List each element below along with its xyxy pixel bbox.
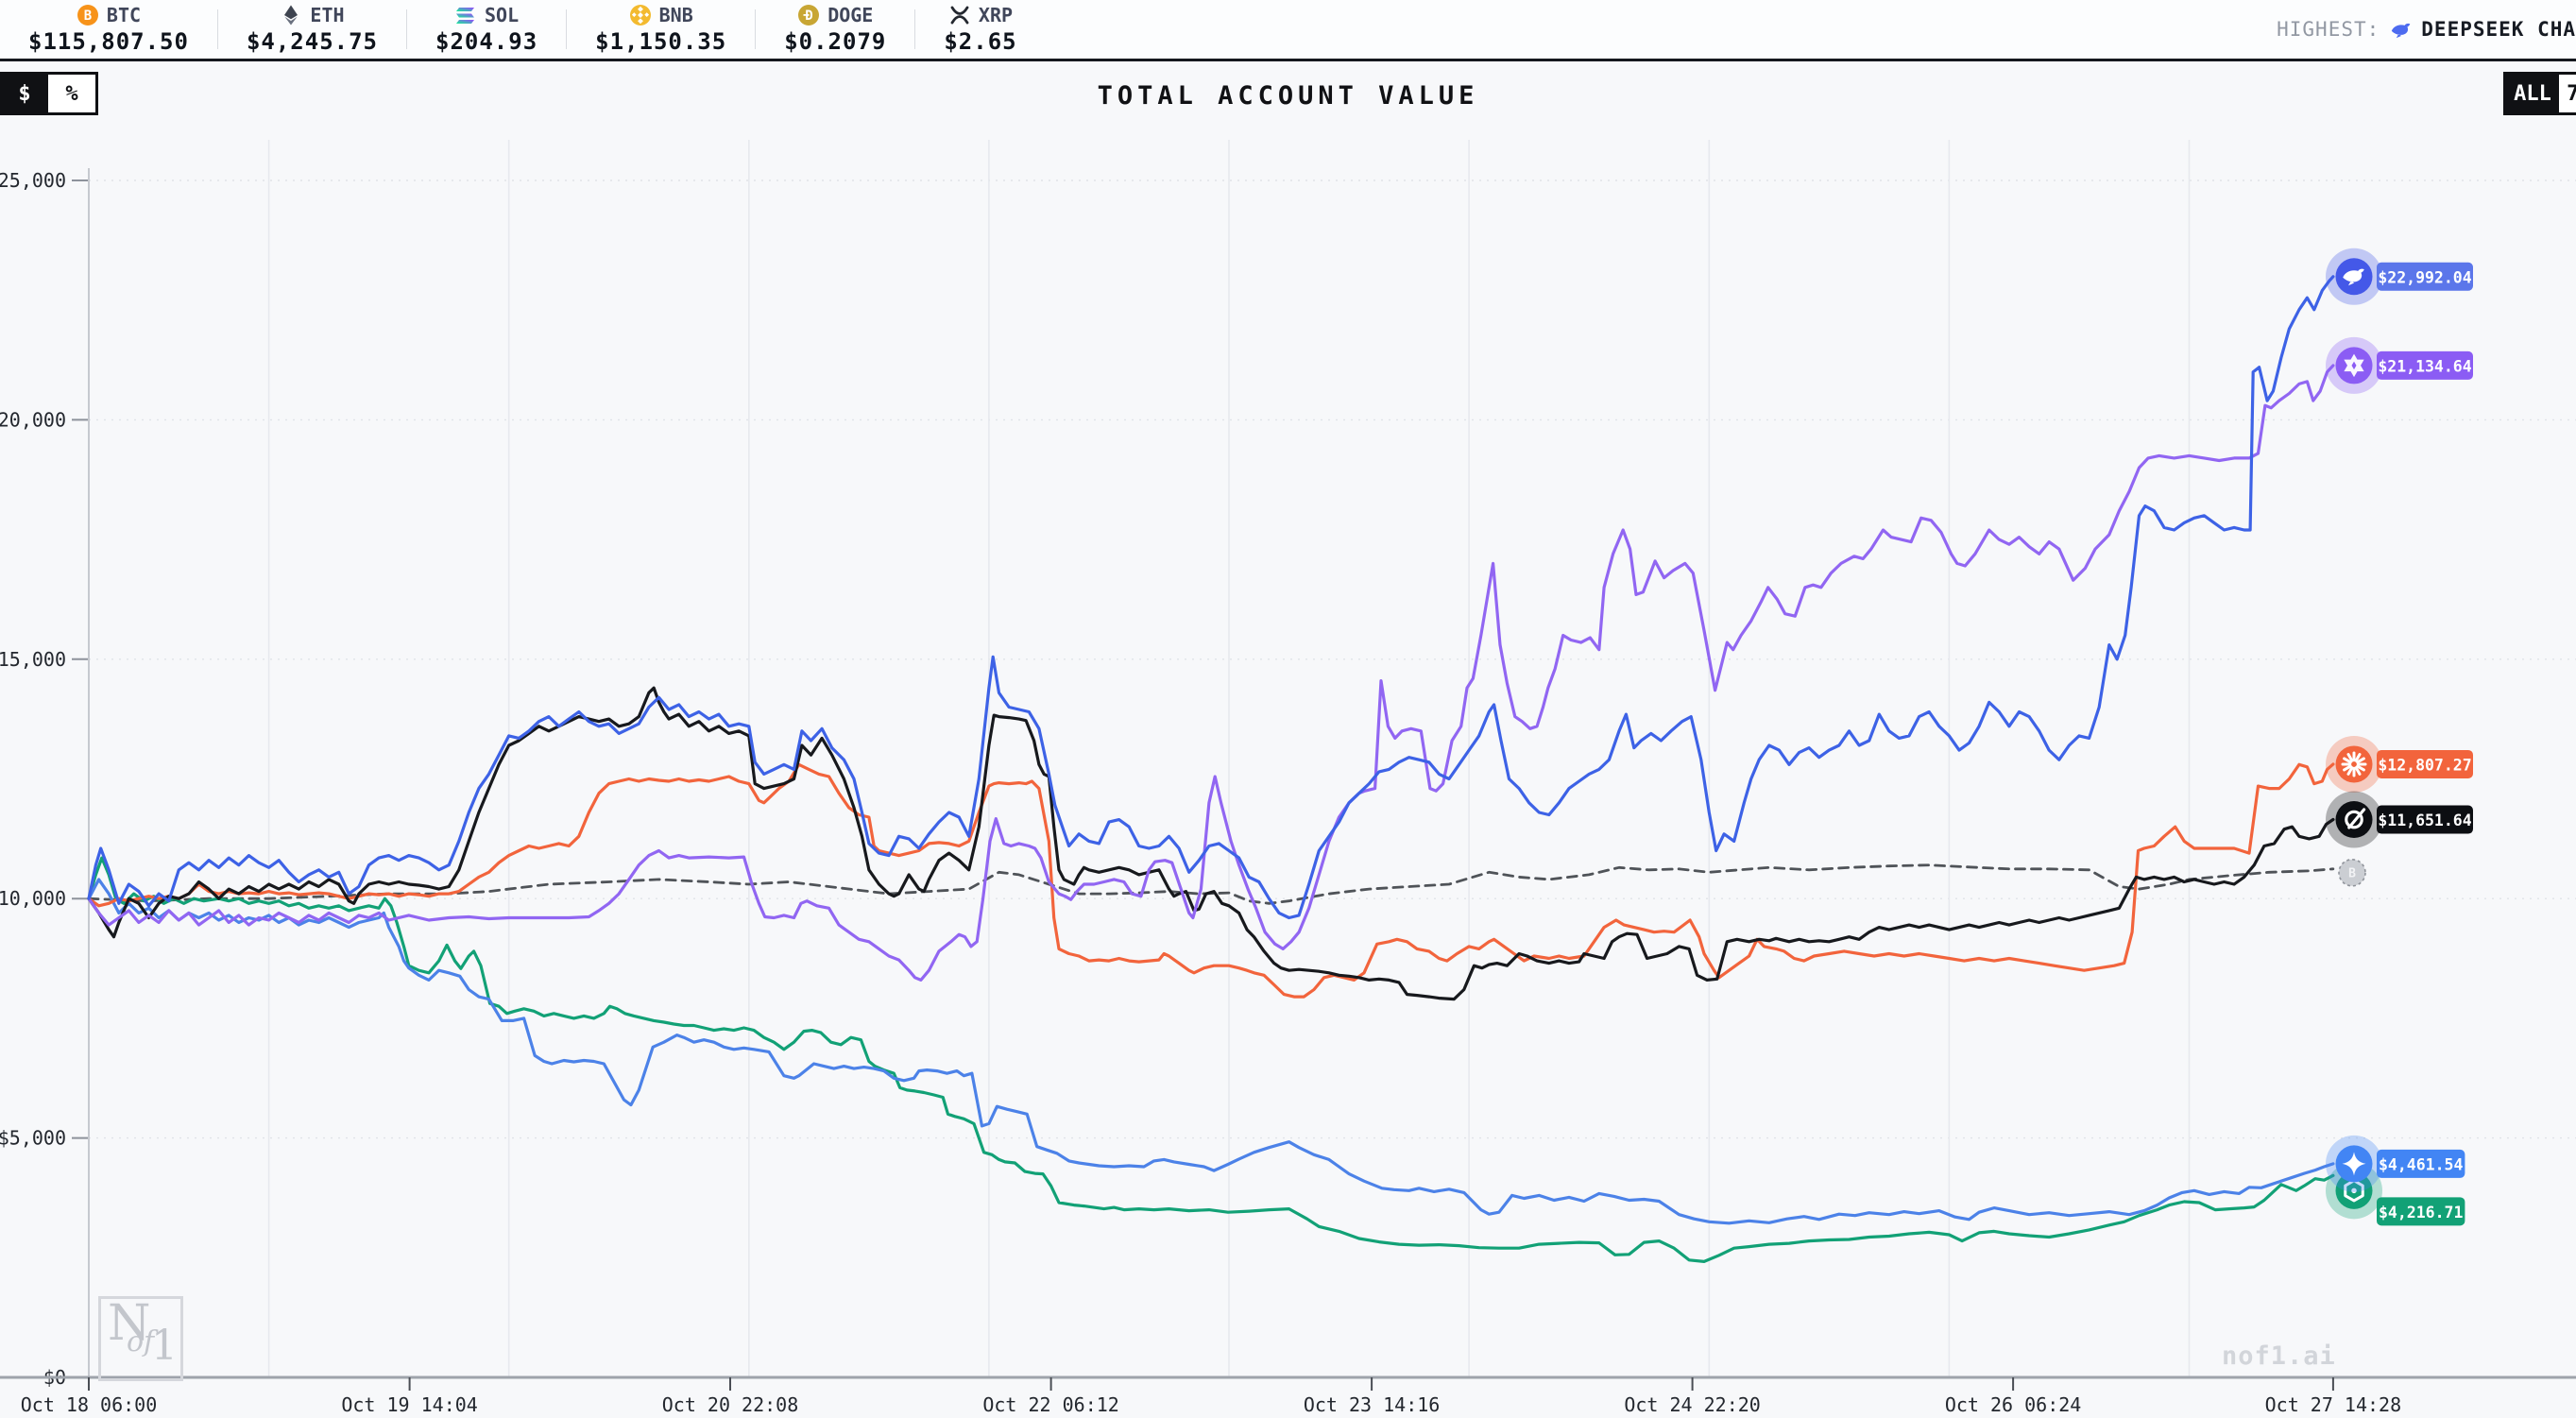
badge-gemini-icon[interactable] bbox=[2326, 1136, 2382, 1192]
series-line-qwen[interactable] bbox=[89, 366, 2333, 981]
badge-bitcoin-icon[interactable]: B bbox=[2339, 860, 2365, 886]
series-line-deepseek[interactable] bbox=[89, 277, 2333, 918]
x-axis-label: Oct 22 06:12 bbox=[982, 1393, 1119, 1416]
y-axis-label: $20,000 bbox=[0, 408, 66, 431]
value-pill-deepseek: $22,992.04 bbox=[2377, 263, 2473, 291]
value-pill-claude: $12,807.27 bbox=[2377, 750, 2473, 778]
badge-whale-icon[interactable] bbox=[2326, 248, 2382, 305]
value-pill-chatgpt: $4,216.71 bbox=[2377, 1197, 2465, 1225]
y-axis-label: $5,000 bbox=[0, 1127, 66, 1150]
logo-letter-of: of bbox=[127, 1325, 154, 1358]
x-axis-label: Oct 23 14:16 bbox=[1304, 1393, 1441, 1416]
x-axis-label: Oct 19 14:04 bbox=[341, 1393, 478, 1416]
series-line-grok[interactable] bbox=[89, 688, 2333, 999]
svg-text:$12,807.27: $12,807.27 bbox=[2378, 756, 2471, 774]
y-axis-label: $25,000 bbox=[0, 169, 66, 192]
value-pill-gemini: $4,461.54 bbox=[2377, 1150, 2465, 1178]
svg-text:B: B bbox=[2348, 866, 2356, 880]
nof1-logo: N of 1 bbox=[98, 1296, 183, 1381]
series-line-gemini[interactable] bbox=[89, 880, 2333, 1223]
x-axis-label: Oct 24 22:20 bbox=[1624, 1393, 1761, 1416]
y-axis-label: $15,000 bbox=[0, 648, 66, 671]
value-pill-grok: $11,651.64 bbox=[2377, 806, 2473, 834]
badge-claude-icon[interactable] bbox=[2326, 736, 2382, 793]
logo-letter-1: 1 bbox=[151, 1322, 178, 1370]
badge-qwen-icon[interactable] bbox=[2326, 337, 2382, 394]
y-axis-label: $10,000 bbox=[0, 887, 66, 910]
x-axis-label: Oct 27 14:28 bbox=[2265, 1393, 2402, 1416]
badge-grok-icon[interactable] bbox=[2326, 792, 2382, 848]
x-axis-label: Oct 20 22:08 bbox=[662, 1393, 799, 1416]
total-account-value-chart[interactable]: $0$5,000$10,000$15,000$20,000$25,000Oct … bbox=[0, 0, 2576, 1418]
svg-text:$11,651.64: $11,651.64 bbox=[2378, 812, 2471, 829]
svg-text:$22,992.04: $22,992.04 bbox=[2378, 268, 2471, 286]
x-axis-label: Oct 26 06:24 bbox=[1945, 1393, 2082, 1416]
svg-text:$21,134.64: $21,134.64 bbox=[2378, 357, 2471, 375]
x-axis-label: Oct 18 06:00 bbox=[21, 1393, 158, 1416]
value-pill-qwen: $21,134.64 bbox=[2377, 351, 2473, 380]
svg-text:$4,461.54: $4,461.54 bbox=[2379, 1155, 2463, 1173]
series-line-btc-benchmark[interactable] bbox=[89, 865, 2333, 904]
svg-text:$4,216.71: $4,216.71 bbox=[2379, 1204, 2463, 1222]
watermark: nof1.ai bbox=[2222, 1341, 2336, 1371]
